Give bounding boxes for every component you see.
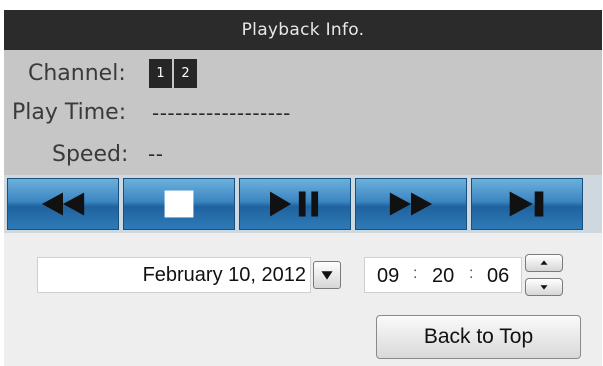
stop-button[interactable] (123, 178, 235, 230)
rewind-icon (41, 192, 85, 216)
time-increment-button[interactable] (525, 254, 563, 272)
time-separator: : (469, 265, 474, 282)
speed-value: -- (148, 142, 164, 166)
speed-label: Speed: (52, 142, 129, 167)
next-frame-icon (509, 191, 544, 217)
stop-icon (164, 190, 194, 218)
time-separator: : (413, 265, 418, 282)
next-frame-button[interactable] (471, 178, 583, 230)
fast-forward-button[interactable] (355, 178, 467, 230)
time-second[interactable]: 06 (487, 265, 509, 288)
fast-forward-icon (389, 192, 433, 216)
search-section: February 10, 2012 09 : 20 : 06 Back to T… (4, 233, 602, 366)
play-time-label: Play Time: (12, 100, 127, 125)
info-section: Channel: 1 2 Play Time: ----------------… (4, 50, 602, 175)
chevron-up-icon (540, 260, 548, 265)
panel-header: Playback Info. (4, 10, 602, 50)
rewind-button[interactable] (7, 178, 119, 230)
chevron-down-icon (540, 285, 548, 290)
time-hour[interactable]: 09 (377, 265, 399, 288)
play-pause-button[interactable] (239, 178, 351, 230)
time-minute[interactable]: 20 (432, 265, 454, 288)
channel-2-button[interactable]: 2 (174, 59, 197, 88)
chevron-down-icon (321, 271, 333, 280)
channel-1-button[interactable]: 1 (149, 59, 172, 88)
play-time-value: ------------------ (152, 101, 291, 125)
date-value: February 10, 2012 (142, 263, 306, 286)
date-dropdown-button[interactable] (313, 261, 341, 289)
back-to-top-button[interactable]: Back to Top (376, 315, 581, 359)
channel-label: Channel: (28, 61, 126, 86)
play-pause-icon (270, 191, 319, 217)
playback-info-panel: Playback Info. Channel: 1 2 Play Time: -… (0, 0, 603, 366)
panel-title: Playback Info. (241, 20, 365, 40)
time-decrement-button[interactable] (525, 278, 563, 296)
playback-controls (4, 175, 602, 233)
date-field[interactable]: February 10, 2012 (37, 257, 311, 293)
time-field[interactable]: 09 : 20 : 06 (364, 257, 522, 293)
